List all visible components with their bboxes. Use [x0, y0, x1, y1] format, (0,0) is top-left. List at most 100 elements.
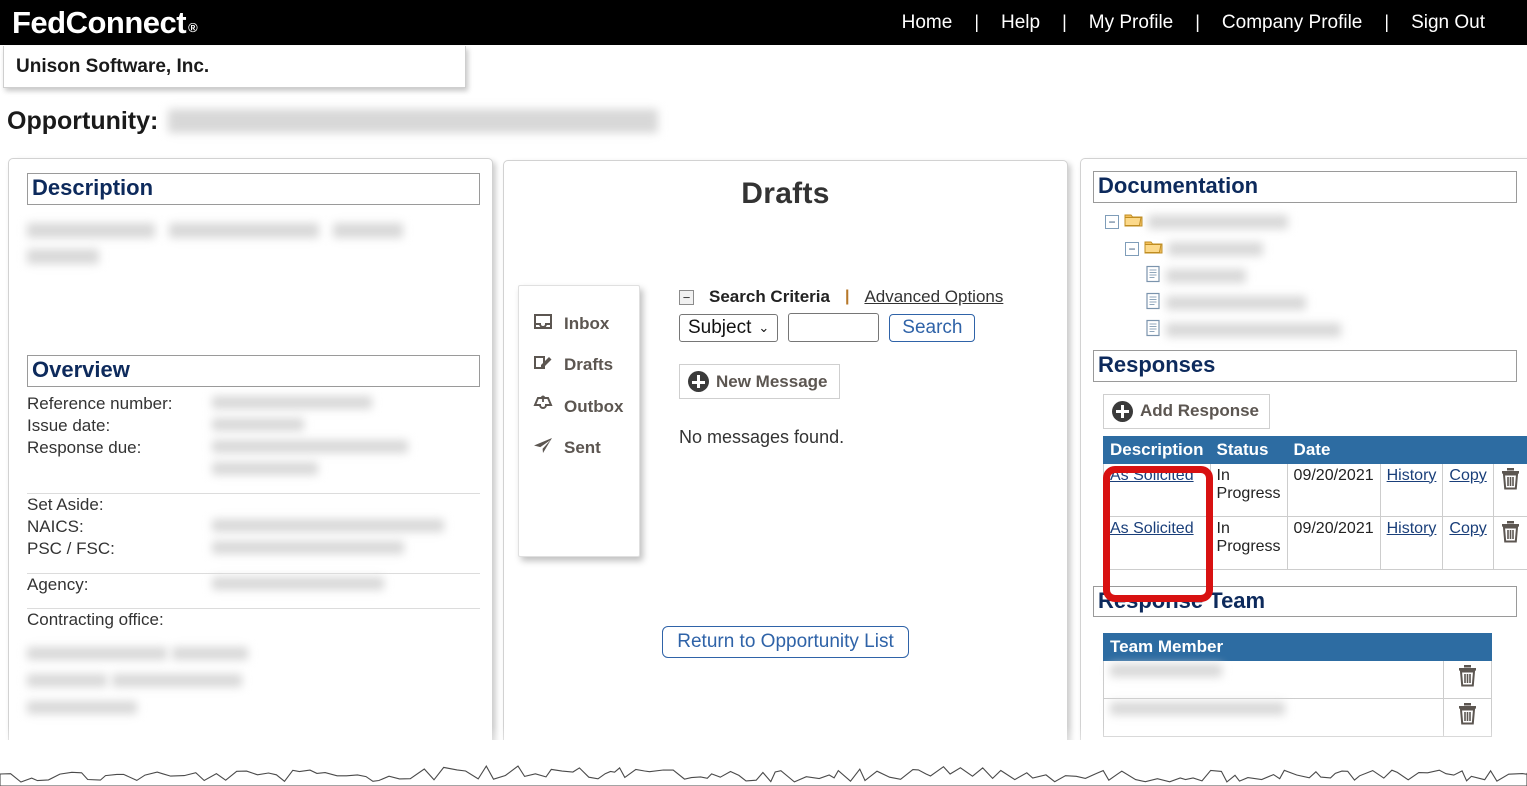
nav-link-my-profile[interactable]: My Profile	[1067, 12, 1195, 34]
tree-label-redacted	[1166, 296, 1306, 310]
overview-label-response-due: Response due:	[27, 437, 212, 459]
overview-label-psc-fsc: PSC / FSC:	[27, 538, 212, 560]
opportunity-title-row: Opportunity:	[0, 100, 658, 142]
overview-value-redacted	[212, 437, 480, 459]
responses-table: Description Status Date As Solicited In …	[1103, 436, 1527, 570]
overview-value-redacted	[212, 573, 480, 596]
outbox-icon	[533, 395, 553, 418]
chevron-down-icon: ⌄	[758, 320, 769, 336]
trash-icon[interactable]	[1500, 520, 1522, 544]
table-row	[1104, 699, 1492, 737]
mailbox-item-label: Inbox	[564, 314, 609, 334]
responses-section-heading: Responses	[1093, 350, 1517, 382]
overview-label-contracting-office: Contracting office:	[27, 609, 212, 632]
overview-section-heading: Overview	[27, 355, 480, 387]
mailbox-item-outbox[interactable]: Outbox	[519, 386, 639, 427]
tree-file-node[interactable]	[1145, 263, 1517, 290]
return-button-wrapper: Return to Opportunity List	[504, 626, 1067, 658]
mailbox-item-label: Outbox	[564, 397, 624, 417]
tree-collapse-icon[interactable]: −	[1105, 215, 1119, 229]
company-name: Unison Software, Inc.	[16, 56, 209, 78]
overview-row: Response due:	[27, 437, 480, 459]
registered-mark: ®	[188, 21, 197, 34]
column-header-actions	[1444, 634, 1492, 661]
response-team-section-heading: Response Team	[1093, 586, 1517, 618]
brand-text: FedConnect	[12, 7, 186, 38]
mailbox-item-label: Sent	[564, 438, 601, 458]
tree-label-redacted	[1166, 323, 1341, 337]
opportunity-details-panel: Description Overview Reference number:	[8, 158, 493, 786]
response-copy-link[interactable]: Copy	[1449, 467, 1486, 484]
team-member-redacted	[1104, 661, 1444, 699]
nav-link-company-profile[interactable]: Company Profile	[1200, 12, 1384, 34]
trash-icon[interactable]	[1500, 467, 1522, 491]
contracting-office-redacted	[27, 644, 480, 720]
search-field-select[interactable]: Subject ⌄	[679, 314, 778, 342]
trash-icon[interactable]	[1457, 664, 1479, 688]
company-name-box: Unison Software, Inc.	[3, 46, 466, 88]
tree-folder-node[interactable]: −	[1125, 236, 1517, 263]
search-separator: |	[845, 288, 849, 306]
top-navigation-bar: FedConnect® Home | Help | My Profile | C…	[0, 0, 1527, 45]
document-icon	[1145, 319, 1161, 342]
search-criteria-label: Search Criteria	[709, 287, 830, 307]
response-history-link[interactable]: History	[1387, 520, 1437, 537]
search-button[interactable]: Search	[889, 314, 975, 342]
description-body-redacted	[27, 205, 480, 355]
response-team-table: Team Member	[1103, 633, 1492, 737]
fedconnect-logo: FedConnect®	[12, 7, 197, 38]
redacted-text	[333, 223, 403, 238]
collapse-toggle[interactable]: −	[679, 290, 694, 305]
table-row: As Solicited In Progress 09/20/2021 Hist…	[1104, 516, 1527, 569]
folder-icon	[1124, 212, 1143, 233]
response-date: 09/20/2021	[1287, 463, 1380, 516]
overview-row: PSC / FSC:	[27, 538, 480, 560]
overview-label-agency: Agency:	[27, 573, 212, 596]
opportunity-title-redacted	[168, 109, 658, 133]
mailbox-item-inbox[interactable]: Inbox	[519, 304, 639, 344]
trash-icon[interactable]	[1457, 702, 1479, 726]
page-root: FedConnect® Home | Help | My Profile | C…	[0, 0, 1527, 786]
new-message-label: New Message	[716, 372, 828, 392]
response-status: In Progress	[1210, 463, 1287, 516]
search-input[interactable]	[788, 313, 879, 342]
return-to-opportunity-list-button[interactable]: Return to Opportunity List	[662, 626, 909, 658]
response-copy-link[interactable]: Copy	[1449, 520, 1486, 537]
redacted-text	[169, 223, 319, 238]
tree-label-redacted	[1148, 215, 1288, 229]
nav-link-help[interactable]: Help	[979, 12, 1062, 34]
mailbox-item-sent[interactable]: Sent	[519, 427, 639, 468]
messages-panel: Drafts Inbox Drafts Outbox	[503, 160, 1068, 786]
tree-folder-node[interactable]: −	[1105, 209, 1517, 236]
paper-plane-icon	[533, 436, 553, 459]
mailbox-item-drafts[interactable]: Drafts	[519, 344, 639, 386]
overview-value-redacted	[212, 516, 480, 538]
overview-label-set-aside: Set Aside:	[27, 494, 212, 517]
mailbox-folder-list: Inbox Drafts Outbox Sent	[518, 285, 640, 557]
documentation-responses-panel: Documentation − −	[1080, 158, 1527, 786]
overview-row: NAICS:	[27, 516, 480, 538]
nav-link-home[interactable]: Home	[880, 12, 975, 34]
add-response-label: Add Response	[1140, 401, 1259, 421]
top-nav-links: Home | Help | My Profile | Company Profi…	[880, 12, 1527, 34]
overview-row: Set Aside:	[27, 494, 480, 517]
nav-link-sign-out[interactable]: Sign Out	[1389, 12, 1507, 34]
tree-collapse-icon[interactable]: −	[1125, 242, 1139, 256]
response-description-link[interactable]: As Solicited	[1110, 467, 1194, 484]
tree-file-node[interactable]	[1145, 290, 1517, 317]
plus-circle-icon	[688, 371, 709, 392]
empty-state-message: No messages found.	[679, 427, 1049, 448]
response-description-link[interactable]: As Solicited	[1110, 520, 1194, 537]
folder-icon	[1144, 239, 1163, 260]
add-response-button[interactable]: Add Response	[1103, 394, 1270, 429]
tree-file-node[interactable]	[1145, 317, 1517, 344]
response-history-link[interactable]: History	[1387, 467, 1437, 484]
advanced-options-link[interactable]: Advanced Options	[864, 287, 1003, 307]
new-message-button[interactable]: New Message	[679, 364, 840, 399]
overview-value-redacted	[212, 459, 480, 481]
plus-circle-icon	[1112, 401, 1133, 422]
response-status: In Progress	[1210, 516, 1287, 569]
overview-row	[27, 644, 480, 720]
overview-divider	[27, 560, 480, 573]
documentation-section-heading: Documentation	[1093, 171, 1517, 203]
